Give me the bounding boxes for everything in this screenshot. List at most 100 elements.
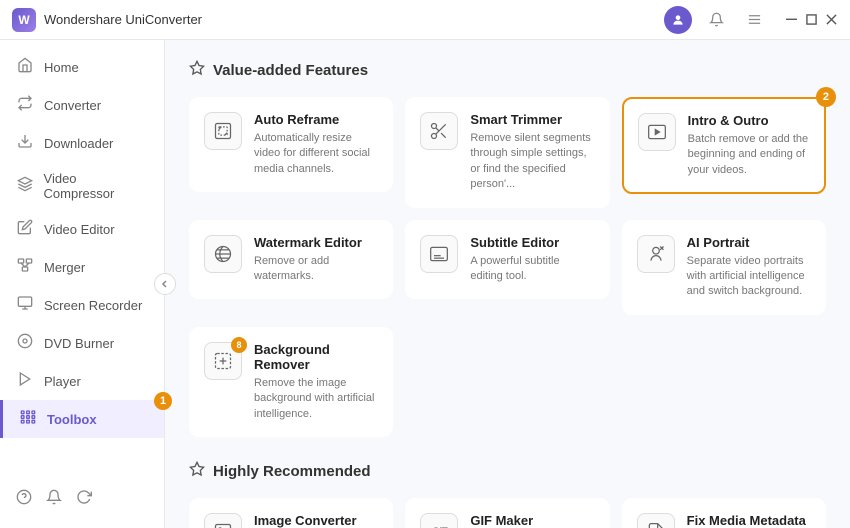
fix-media-metadata-title: Fix Media Metadata: [687, 513, 811, 528]
watermark-editor-text: Watermark Editor Remove or add watermark…: [254, 235, 378, 285]
sidebar-item-toolbox[interactable]: Toolbox 1: [0, 400, 164, 438]
smart-trimmer-icon: [420, 112, 458, 150]
auto-reframe-card[interactable]: Auto Reframe Automatically resize video …: [189, 97, 393, 192]
downloader-icon: [16, 133, 34, 153]
window-controls: [784, 13, 838, 27]
sidebar-item-merger[interactable]: Merger: [0, 248, 164, 286]
ai-portrait-desc: Separate video portraits with artificial…: [687, 254, 811, 300]
sidebar-item-player[interactable]: Player: [0, 362, 164, 400]
minimize-button[interactable]: [784, 13, 798, 27]
intro-outro-text: Intro & Outro Batch remove or add the be…: [688, 113, 810, 178]
image-converter-title: Image Converter: [254, 513, 378, 528]
sidebar-label-toolbox: Toolbox: [47, 412, 97, 427]
sidebar-label-screen-recorder: Screen Recorder: [44, 298, 142, 313]
auto-reframe-icon: [204, 112, 242, 150]
gif-maker-wrapper: GIF GIF Maker Make GIF from videos or pi…: [405, 498, 609, 528]
sidebar-label-converter: Converter: [44, 98, 101, 113]
section2-title: Highly Recommended: [213, 463, 371, 480]
feature-grid-section2: Image Converter Convert images to other …: [189, 498, 826, 528]
auto-reframe-title: Auto Reframe: [254, 112, 378, 127]
sidebar-item-video-compressor[interactable]: Video Compressor: [0, 162, 164, 210]
sidebar-label-dvd-burner: DVD Burner: [44, 336, 114, 351]
smart-trimmer-text: Smart Trimmer Remove silent segments thr…: [470, 112, 594, 193]
intro-outro-card[interactable]: Intro & Outro Batch remove or add the be…: [622, 97, 826, 194]
smart-trimmer-desc: Remove silent segments through simple se…: [470, 131, 594, 193]
sidebar-item-downloader[interactable]: Downloader: [0, 124, 164, 162]
auto-reframe-desc: Automatically resize video for different…: [254, 131, 378, 177]
background-remover-wrapper: 8 Background Remover Remove the image ba…: [189, 327, 393, 437]
feature-grid-section1: Auto Reframe Automatically resize video …: [189, 97, 826, 437]
auto-reframe-text: Auto Reframe Automatically resize video …: [254, 112, 378, 177]
smart-trimmer-wrapper: Smart Trimmer Remove silent segments thr…: [405, 97, 609, 208]
titlebar-left: W Wondershare UniConverter: [12, 8, 202, 32]
profile-icon[interactable]: [664, 6, 692, 34]
background-remover-title: Background Remover: [254, 342, 378, 372]
app-title: Wondershare UniConverter: [44, 12, 202, 27]
image-converter-card[interactable]: Image Converter Convert images to other …: [189, 498, 393, 528]
section1-header: Value-added Features: [189, 60, 826, 81]
section2-header: Highly Recommended: [189, 461, 826, 482]
home-icon: [16, 57, 34, 77]
screen-recorder-icon: [16, 295, 34, 315]
sidebar-label-video-compressor: Video Compressor: [44, 171, 148, 201]
dvd-icon: [16, 333, 34, 353]
watermark-editor-desc: Remove or add watermarks.: [254, 254, 378, 285]
sidebar-label-home: Home: [44, 60, 79, 75]
sidebar-item-video-editor[interactable]: Video Editor: [0, 210, 164, 248]
intro-outro-icon: [638, 113, 676, 151]
subtitle-editor-text: Subtitle Editor A powerful subtitle edit…: [470, 235, 594, 285]
sidebar-collapse-button[interactable]: [154, 273, 176, 295]
gif-maker-title: GIF Maker: [470, 513, 594, 528]
image-converter-wrapper: Image Converter Convert images to other …: [189, 498, 393, 528]
titlebar-right: [664, 6, 838, 34]
refresh-icon[interactable]: [76, 489, 92, 510]
sidebar: Home Converter Downloader Video Compress…: [0, 40, 165, 528]
watermark-editor-icon: [204, 235, 242, 273]
subtitle-editor-title: Subtitle Editor: [470, 235, 594, 250]
gif-maker-card[interactable]: GIF GIF Maker Make GIF from videos or pi…: [405, 498, 609, 528]
close-button[interactable]: [824, 13, 838, 27]
sidebar-item-screen-recorder[interactable]: Screen Recorder: [0, 286, 164, 324]
notification-icon[interactable]: [702, 6, 730, 34]
smart-trimmer-card[interactable]: Smart Trimmer Remove silent segments thr…: [405, 97, 609, 208]
fix-media-metadata-wrapper: Fix Media Metadata Auto-fix and edit met…: [622, 498, 826, 528]
maximize-button[interactable]: [804, 13, 818, 27]
ai-portrait-card[interactable]: AI Portrait Separate video portraits wit…: [622, 220, 826, 315]
intro-outro-title: Intro & Outro: [688, 113, 810, 128]
gif-maker-text: GIF Maker Make GIF from videos or pictur…: [470, 513, 594, 528]
main-content: Value-added Features Auto Reframe Automa…: [165, 40, 850, 528]
intro-outro-wrapper: 2 Intro & Outro Batch remove or add the …: [622, 97, 826, 208]
image-converter-text: Image Converter Convert images to other …: [254, 513, 378, 528]
watermark-editor-card[interactable]: Watermark Editor Remove or add watermark…: [189, 220, 393, 300]
background-remover-icon: 8: [204, 342, 242, 380]
menu-icon[interactable]: [740, 6, 768, 34]
toolbox-icon: [19, 409, 37, 429]
sidebar-label-player: Player: [44, 374, 81, 389]
auto-reframe-wrapper: Auto Reframe Automatically resize video …: [189, 97, 393, 208]
sidebar-item-dvd-burner[interactable]: DVD Burner: [0, 324, 164, 362]
compressor-icon: [16, 176, 34, 196]
watermark-editor-title: Watermark Editor: [254, 235, 378, 250]
gif-maker-icon: GIF: [420, 513, 458, 528]
sidebar-item-converter[interactable]: Converter: [0, 86, 164, 124]
section1-icon: [189, 60, 205, 81]
background-remover-card[interactable]: 8 Background Remover Remove the image ba…: [189, 327, 393, 437]
sidebar-item-home[interactable]: Home: [0, 48, 164, 86]
help-icon[interactable]: [16, 489, 32, 510]
notification-bell-icon[interactable]: [46, 489, 62, 510]
ai-portrait-title: AI Portrait: [687, 235, 811, 250]
editor-icon: [16, 219, 34, 239]
fix-media-metadata-card[interactable]: Fix Media Metadata Auto-fix and edit met…: [622, 498, 826, 528]
section1-title: Value-added Features: [213, 62, 368, 79]
subtitle-editor-wrapper: Subtitle Editor A powerful subtitle edit…: [405, 220, 609, 315]
sidebar-label-merger: Merger: [44, 260, 85, 275]
subtitle-editor-card[interactable]: Subtitle Editor A powerful subtitle edit…: [405, 220, 609, 300]
toolbox-callout-badge: 1: [154, 392, 172, 410]
main-layout: Home Converter Downloader Video Compress…: [0, 40, 850, 528]
sidebar-bottom: [0, 479, 164, 520]
title-bar: W Wondershare UniConverter: [0, 0, 850, 40]
ai-portrait-wrapper: AI Portrait Separate video portraits wit…: [622, 220, 826, 315]
ai-portrait-icon: [637, 235, 675, 273]
image-converter-icon: [204, 513, 242, 528]
background-remover-text: Background Remover Remove the image back…: [254, 342, 378, 422]
